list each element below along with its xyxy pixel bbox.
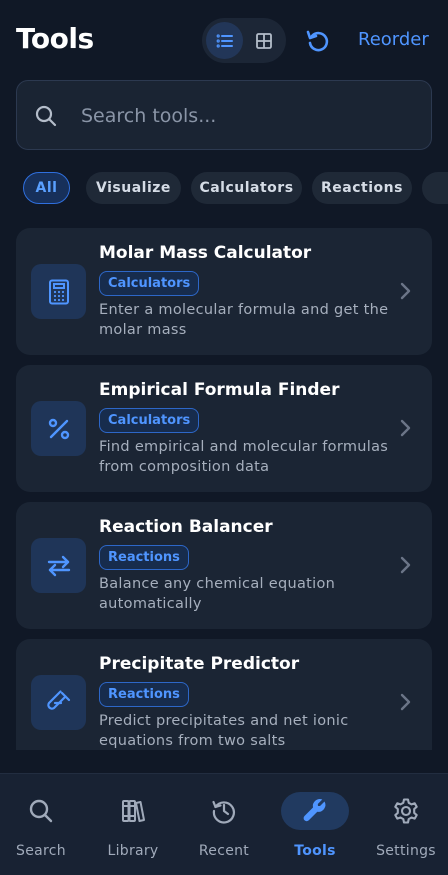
nav-label: Tools <box>294 843 336 859</box>
filter-chips: All Visualize Calculators Reactions <box>0 172 448 204</box>
nav-settings[interactable]: Settings <box>366 792 446 862</box>
grid-view-button[interactable] <box>245 22 282 59</box>
list-icon <box>216 33 233 48</box>
search-icon <box>29 799 53 823</box>
filter-chip-calculators[interactable]: Calculators <box>191 172 302 204</box>
test-tube-icon <box>46 689 70 710</box>
category-badge: Calculators <box>99 408 200 433</box>
filter-chip-more[interactable] <box>422 172 448 204</box>
nav-tools[interactable]: Tools <box>275 792 355 862</box>
bottom-navigation: Search Library Recent Tools Settings <box>0 773 448 875</box>
nav-recent[interactable]: Recent <box>184 792 264 862</box>
nav-search[interactable]: Search <box>1 792 81 862</box>
books-icon <box>122 800 145 822</box>
nav-library[interactable]: Library <box>93 792 173 862</box>
tool-description: Predict precipitates and net ionic equat… <box>99 713 349 749</box>
app-header: Tools Reorder <box>0 0 448 80</box>
search-input[interactable] <box>81 101 411 131</box>
tool-description: Find empirical and molecular formulas fr… <box>99 439 389 475</box>
wrench-icon <box>303 799 326 822</box>
chevron-right-icon <box>400 693 411 711</box>
tool-title: Reaction Balancer <box>99 517 273 537</box>
tool-description: Enter a molecular formula and get the mo… <box>99 302 389 338</box>
tool-card-empirical-formula[interactable]: Empirical Formula Finder Calculators Fin… <box>16 365 432 492</box>
tool-card-reaction-balancer[interactable]: Reaction Balancer Reactions Balance any … <box>16 502 432 629</box>
nav-label: Recent <box>198 843 250 859</box>
list-view-button[interactable] <box>206 22 243 59</box>
tool-description: Balance any chemical equation automatica… <box>99 576 336 612</box>
nav-label: Settings <box>376 843 436 859</box>
grid-icon <box>255 32 272 49</box>
percent-icon <box>48 418 69 439</box>
nav-label: Library <box>107 843 159 859</box>
arrows-exchange-icon <box>47 555 70 576</box>
calculator-icon <box>48 279 69 304</box>
tool-icon-tile <box>31 675 86 730</box>
category-badge: Calculators <box>99 271 200 296</box>
chevron-right-icon <box>400 282 411 300</box>
reset-button[interactable] <box>302 25 334 57</box>
page-title: Tools <box>16 22 94 55</box>
history-icon <box>212 800 235 824</box>
category-badge: Reactions <box>99 545 189 570</box>
tool-card-precipitate-predictor[interactable]: Precipitate Predictor Reactions Predict … <box>16 639 432 750</box>
tool-title: Empirical Formula Finder <box>99 380 340 400</box>
undo-icon <box>306 30 329 52</box>
chevron-right-icon <box>400 419 411 437</box>
tool-card-molar-mass[interactable]: Molar Mass Calculator Calculators Enter … <box>16 228 432 355</box>
tool-icon-tile <box>31 264 86 319</box>
search-icon <box>35 105 57 127</box>
view-toggle <box>202 18 286 63</box>
reorder-button[interactable]: Reorder <box>358 29 429 50</box>
tool-title: Molar Mass Calculator <box>99 243 312 263</box>
search-box <box>16 80 432 150</box>
tool-icon-tile <box>31 538 86 593</box>
nav-label: Search <box>16 843 66 859</box>
tool-icon-tile <box>31 401 86 456</box>
filter-chip-all[interactable]: All <box>23 172 70 204</box>
filter-chip-reactions[interactable]: Reactions <box>312 172 412 204</box>
tool-title: Precipitate Predictor <box>99 654 300 674</box>
filter-chip-visualize[interactable]: Visualize <box>86 172 181 204</box>
gear-icon <box>394 798 418 824</box>
tools-list: Molar Mass Calculator Calculators Enter … <box>0 228 448 750</box>
chevron-right-icon <box>400 556 411 574</box>
category-badge: Reactions <box>99 682 189 707</box>
